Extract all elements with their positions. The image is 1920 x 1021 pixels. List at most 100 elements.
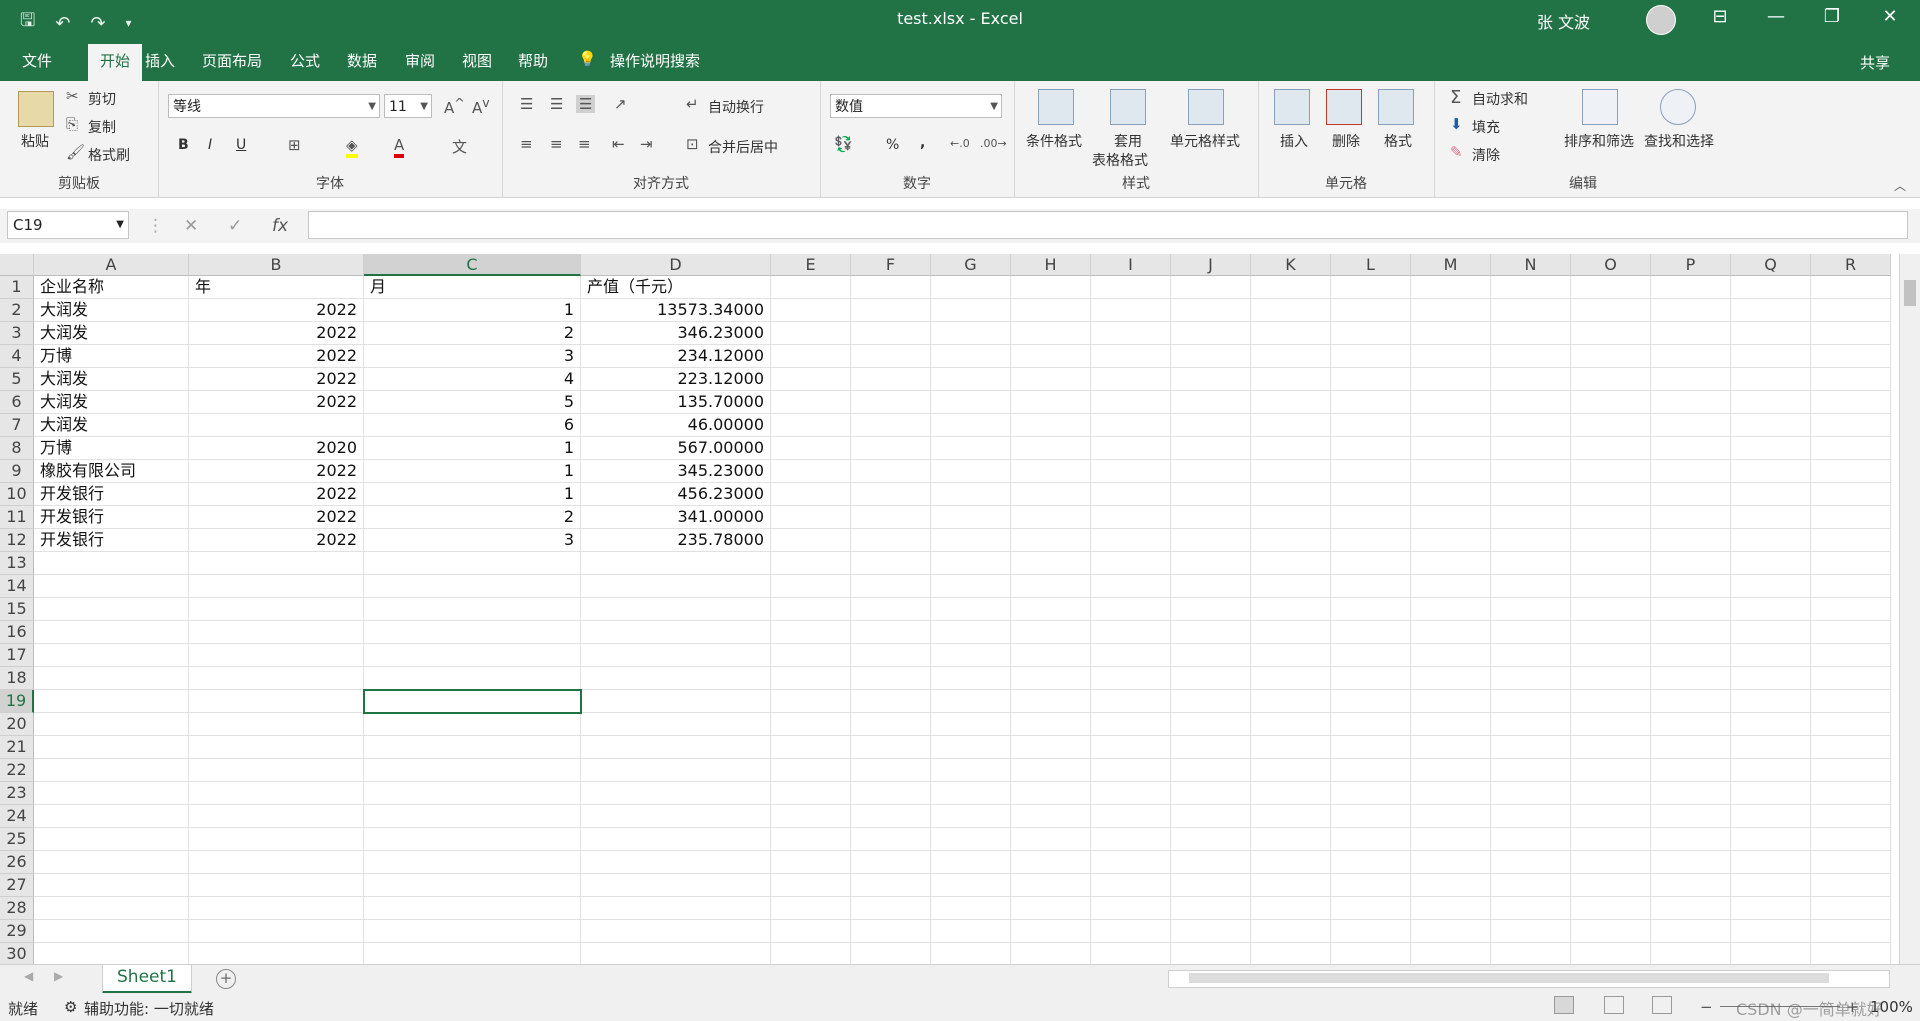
tab-7[interactable]: 视图 <box>462 50 492 71</box>
cell-B17[interactable] <box>189 644 364 667</box>
cell-F13[interactable] <box>851 552 931 575</box>
cell-P25[interactable] <box>1651 828 1731 851</box>
cell-Q4[interactable] <box>1731 345 1811 368</box>
cell-B11[interactable]: 2022 <box>189 506 364 529</box>
cell-H14[interactable] <box>1011 575 1091 598</box>
cell-L9[interactable] <box>1331 460 1411 483</box>
tab-8[interactable]: 帮助 <box>518 50 548 71</box>
cell-O15[interactable] <box>1571 598 1651 621</box>
cell-B14[interactable] <box>189 575 364 598</box>
cell-Q27[interactable] <box>1731 874 1811 897</box>
cell-G14[interactable] <box>931 575 1011 598</box>
cell-H20[interactable] <box>1011 713 1091 736</box>
cell-O12[interactable] <box>1571 529 1651 552</box>
column-header-P[interactable]: P <box>1651 254 1731 276</box>
cell-L22[interactable] <box>1331 759 1411 782</box>
normal-view-icon[interactable] <box>1554 996 1574 1014</box>
cell-E5[interactable] <box>771 368 851 391</box>
tab-0[interactable]: 文件 <box>22 50 52 71</box>
cell-D3[interactable]: 346.23000 <box>581 322 771 345</box>
row-header[interactable]: 13 <box>0 552 34 575</box>
cell-D20[interactable] <box>581 713 771 736</box>
cell-L10[interactable] <box>1331 483 1411 506</box>
cell-J21[interactable] <box>1171 736 1251 759</box>
sort-filter-icon[interactable] <box>1582 89 1618 125</box>
cell-L30[interactable] <box>1331 943 1411 964</box>
cell-E9[interactable] <box>771 460 851 483</box>
wrap-text-button[interactable]: 自动换行 <box>708 97 764 117</box>
cell-E30[interactable] <box>771 943 851 964</box>
cell-B3[interactable]: 2022 <box>189 322 364 345</box>
increase-indent-icon[interactable]: ⇥ <box>640 135 653 153</box>
cell-L7[interactable] <box>1331 414 1411 437</box>
copy-icon[interactable]: ⎘ <box>66 115 78 133</box>
cell-B8[interactable]: 2020 <box>189 437 364 460</box>
cell-A22[interactable] <box>34 759 189 782</box>
cell-O9[interactable] <box>1571 460 1651 483</box>
cell-F22[interactable] <box>851 759 931 782</box>
column-header-Q[interactable]: Q <box>1731 254 1811 276</box>
cell-D25[interactable] <box>581 828 771 851</box>
cell-Q19[interactable] <box>1731 690 1811 713</box>
cell-D11[interactable]: 341.00000 <box>581 506 771 529</box>
cell-I28[interactable] <box>1091 897 1171 920</box>
cell-D2[interactable]: 13573.34000 <box>581 299 771 322</box>
cell-Q10[interactable] <box>1731 483 1811 506</box>
cell-D4[interactable]: 234.12000 <box>581 345 771 368</box>
cell-J10[interactable] <box>1171 483 1251 506</box>
cell-A15[interactable] <box>34 598 189 621</box>
cell-N2[interactable] <box>1491 299 1571 322</box>
delete-cells-button[interactable]: 删除 <box>1332 131 1360 151</box>
cell-B24[interactable] <box>189 805 364 828</box>
cell-A25[interactable] <box>34 828 189 851</box>
cell-N30[interactable] <box>1491 943 1571 964</box>
cell-C5[interactable]: 4 <box>364 368 581 391</box>
cell-D28[interactable] <box>581 897 771 920</box>
cell-H5[interactable] <box>1011 368 1091 391</box>
lightbulb-icon[interactable]: 💡 <box>578 50 597 68</box>
cell-I15[interactable] <box>1091 598 1171 621</box>
cell-P13[interactable] <box>1651 552 1731 575</box>
cell-L16[interactable] <box>1331 621 1411 644</box>
cell-Q7[interactable] <box>1731 414 1811 437</box>
cell-N14[interactable] <box>1491 575 1571 598</box>
cell-I11[interactable] <box>1091 506 1171 529</box>
find-select-button[interactable]: 查找和选择 <box>1644 131 1714 151</box>
format-painter-icon[interactable]: 🖌 <box>66 143 85 161</box>
cell-D7[interactable]: 46.00000 <box>581 414 771 437</box>
cell-Q25[interactable] <box>1731 828 1811 851</box>
cell-N12[interactable] <box>1491 529 1571 552</box>
cell-R3[interactable] <box>1811 322 1891 345</box>
number-format-combo[interactable]: 数值 ▼ <box>830 94 1002 118</box>
cell-D16[interactable] <box>581 621 771 644</box>
cell-O16[interactable] <box>1571 621 1651 644</box>
cell-H25[interactable] <box>1011 828 1091 851</box>
cell-J18[interactable] <box>1171 667 1251 690</box>
align-bottom-icon[interactable]: ☰ <box>576 95 596 113</box>
row-header[interactable]: 26 <box>0 851 34 874</box>
cell-B9[interactable]: 2022 <box>189 460 364 483</box>
cell-E23[interactable] <box>771 782 851 805</box>
decrease-indent-icon[interactable]: ⇤ <box>612 135 625 153</box>
cell-J19[interactable] <box>1171 690 1251 713</box>
cell-L15[interactable] <box>1331 598 1411 621</box>
cell-I16[interactable] <box>1091 621 1171 644</box>
cell-F27[interactable] <box>851 874 931 897</box>
font-size-combo[interactable]: 11 ▼ <box>384 94 432 118</box>
zoom-out-icon[interactable]: − <box>1700 998 1713 1016</box>
share-button[interactable]: 共享 <box>1860 52 1890 73</box>
cell-G29[interactable] <box>931 920 1011 943</box>
cell-O23[interactable] <box>1571 782 1651 805</box>
cell-B10[interactable]: 2022 <box>189 483 364 506</box>
cell-K20[interactable] <box>1251 713 1331 736</box>
cell-B13[interactable] <box>189 552 364 575</box>
find-select-icon[interactable] <box>1660 89 1696 125</box>
cell-L4[interactable] <box>1331 345 1411 368</box>
cell-Q2[interactable] <box>1731 299 1811 322</box>
cell-P4[interactable] <box>1651 345 1731 368</box>
cell-B29[interactable] <box>189 920 364 943</box>
select-all-corner[interactable] <box>0 254 34 276</box>
cell-P15[interactable] <box>1651 598 1731 621</box>
cell-O27[interactable] <box>1571 874 1651 897</box>
cell-J25[interactable] <box>1171 828 1251 851</box>
